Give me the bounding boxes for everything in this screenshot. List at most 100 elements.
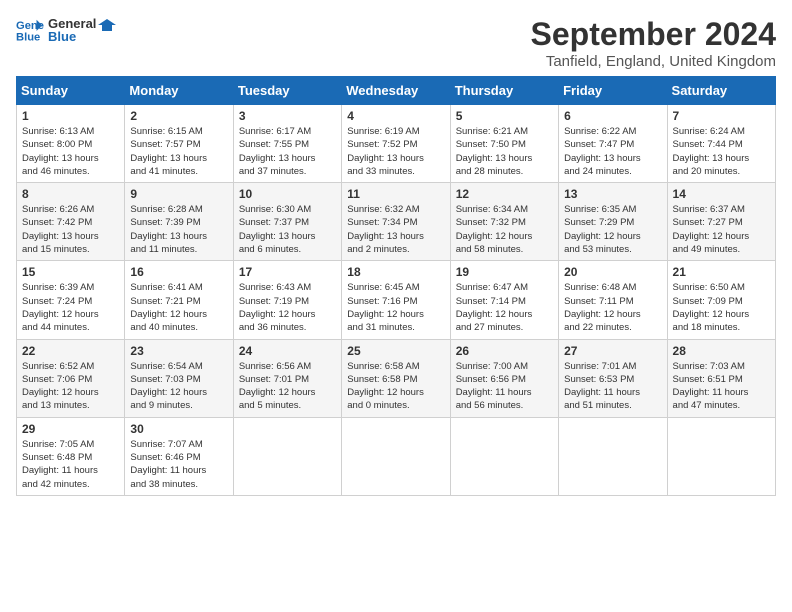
calendar-cell: 6Sunrise: 6:22 AMSunset: 7:47 PMDaylight… xyxy=(559,105,667,183)
day-number: 25 xyxy=(347,344,444,358)
day-info: Sunrise: 6:39 AMSunset: 7:24 PMDaylight:… xyxy=(22,281,119,334)
day-info: Sunrise: 6:50 AMSunset: 7:09 PMDaylight:… xyxy=(673,281,770,334)
day-number: 16 xyxy=(130,265,227,279)
day-info: Sunrise: 7:03 AMSunset: 6:51 PMDaylight:… xyxy=(673,360,770,413)
day-number: 27 xyxy=(564,344,661,358)
calendar-cell: 18Sunrise: 6:45 AMSunset: 7:16 PMDayligh… xyxy=(342,261,450,339)
calendar-header-row: SundayMondayTuesdayWednesdayThursdayFrid… xyxy=(17,77,776,105)
calendar-cell: 23 Sunrise: 6:54 AMSunset: 7:03 PMDayligh… xyxy=(125,339,233,417)
day-info: Sunrise: 6:34 AMSunset: 7:32 PMDaylight:… xyxy=(456,203,553,256)
day-info: Sunrise: 6:56 AMSunset: 7:01 PMDaylight:… xyxy=(239,360,336,413)
day-number: 5 xyxy=(456,109,553,123)
day-number: 28 xyxy=(673,344,770,358)
calendar-cell: 24 Sunrise: 6:56 AMSunset: 7:01 PMDayligh… xyxy=(233,339,341,417)
weekday-header-wednesday: Wednesday xyxy=(342,77,450,105)
logo: General Blue General Blue xyxy=(16,16,116,44)
calendar-cell: 30Sunrise: 7:07 AMSunset: 6:46 PMDayligh… xyxy=(125,417,233,495)
calendar-cell xyxy=(233,417,341,495)
calendar-cell: 1 Sunrise: 6:13 AMSunset: 8:00 PMDaylight… xyxy=(17,105,125,183)
weekday-header-sunday: Sunday xyxy=(17,77,125,105)
weekday-header-monday: Monday xyxy=(125,77,233,105)
weekday-header-thursday: Thursday xyxy=(450,77,558,105)
calendar-cell: 28 Sunrise: 7:03 AMSunset: 6:51 PMDayligh… xyxy=(667,339,775,417)
calendar-cell: 20Sunrise: 6:48 AMSunset: 7:11 PMDayligh… xyxy=(559,261,667,339)
calendar-cell: 27Sunrise: 7:01 AMSunset: 6:53 PMDayligh… xyxy=(559,339,667,417)
calendar-cell: 29Sunrise: 7:05 AMSunset: 6:48 PMDayligh… xyxy=(17,417,125,495)
day-info: Sunrise: 6:48 AMSunset: 7:11 PMDaylight:… xyxy=(564,281,661,334)
day-number: 14 xyxy=(673,187,770,201)
day-info: Sunrise: 6:15 AMSunset: 7:57 PMDaylight:… xyxy=(130,125,227,178)
day-number: 10 xyxy=(239,187,336,201)
day-number: 19 xyxy=(456,265,553,279)
day-info: Sunrise: 6:41 AMSunset: 7:21 PMDaylight:… xyxy=(130,281,227,334)
calendar-week-row: 15 Sunrise: 6:39 AMSunset: 7:24 PMDayligh… xyxy=(17,261,776,339)
weekday-header-saturday: Saturday xyxy=(667,77,775,105)
day-number: 15 xyxy=(22,265,119,279)
svg-text:Blue: Blue xyxy=(16,31,40,43)
day-number: 4 xyxy=(347,109,444,123)
day-info: Sunrise: 6:54 AMSunset: 7:03 PMDaylight:… xyxy=(130,360,227,413)
title-block: September 2024 Tanfield, England, United… xyxy=(531,16,776,70)
page-header: General Blue General Blue September 2024… xyxy=(16,16,776,70)
day-number: 24 xyxy=(239,344,336,358)
day-info: Sunrise: 6:37 AMSunset: 7:27 PMDaylight:… xyxy=(673,203,770,256)
day-number: 9 xyxy=(130,187,227,201)
calendar-week-row: 29Sunrise: 7:05 AMSunset: 6:48 PMDayligh… xyxy=(17,417,776,495)
calendar-cell: 10Sunrise: 6:30 AMSunset: 7:37 PMDayligh… xyxy=(233,183,341,261)
day-number: 1 xyxy=(22,109,119,123)
day-info: Sunrise: 7:05 AMSunset: 6:48 PMDaylight:… xyxy=(22,438,119,491)
day-info: Sunrise: 6:43 AMSunset: 7:19 PMDaylight:… xyxy=(239,281,336,334)
day-number: 7 xyxy=(673,109,770,123)
calendar-cell: 22 Sunrise: 6:52 AMSunset: 7:06 PMDayligh… xyxy=(17,339,125,417)
calendar-cell: 26 Sunrise: 7:00 AMSunset: 6:56 PMDayligh… xyxy=(450,339,558,417)
day-number: 23 xyxy=(130,344,227,358)
day-info: Sunrise: 7:00 AMSunset: 6:56 PMDaylight:… xyxy=(456,360,553,413)
calendar-cell: 7 Sunrise: 6:24 AMSunset: 7:44 PMDaylight… xyxy=(667,105,775,183)
day-info: Sunrise: 6:35 AMSunset: 7:29 PMDaylight:… xyxy=(564,203,661,256)
day-info: Sunrise: 7:07 AMSunset: 6:46 PMDaylight:… xyxy=(130,438,227,491)
calendar-cell: 9 Sunrise: 6:28 AMSunset: 7:39 PMDaylight… xyxy=(125,183,233,261)
calendar-cell: 8 Sunrise: 6:26 AMSunset: 7:42 PMDaylight… xyxy=(17,183,125,261)
day-info: Sunrise: 6:58 AMSunset: 6:58 PMDaylight:… xyxy=(347,360,444,413)
calendar-cell: 11 Sunrise: 6:32 AMSunset: 7:34 PMDayligh… xyxy=(342,183,450,261)
calendar-week-row: 8 Sunrise: 6:26 AMSunset: 7:42 PMDaylight… xyxy=(17,183,776,261)
calendar-cell: 3Sunrise: 6:17 AMSunset: 7:55 PMDaylight… xyxy=(233,105,341,183)
calendar-cell: 25 Sunrise: 6:58 AMSunset: 6:58 PMDayligh… xyxy=(342,339,450,417)
day-number: 12 xyxy=(456,187,553,201)
day-info: Sunrise: 6:32 AMSunset: 7:34 PMDaylight:… xyxy=(347,203,444,256)
calendar-cell: 5 Sunrise: 6:21 AMSunset: 7:50 PMDaylight… xyxy=(450,105,558,183)
calendar-cell: 12 Sunrise: 6:34 AMSunset: 7:32 PMDayligh… xyxy=(450,183,558,261)
day-number: 13 xyxy=(564,187,661,201)
calendar-week-row: 22 Sunrise: 6:52 AMSunset: 7:06 PMDayligh… xyxy=(17,339,776,417)
month-year-title: September 2024 xyxy=(531,16,776,53)
day-info: Sunrise: 6:21 AMSunset: 7:50 PMDaylight:… xyxy=(456,125,553,178)
day-info: Sunrise: 6:13 AMSunset: 8:00 PMDaylight:… xyxy=(22,125,119,178)
calendar-cell xyxy=(667,417,775,495)
calendar-cell: 19 Sunrise: 6:47 AMSunset: 7:14 PMDayligh… xyxy=(450,261,558,339)
day-info: Sunrise: 6:24 AMSunset: 7:44 PMDaylight:… xyxy=(673,125,770,178)
weekday-header-friday: Friday xyxy=(559,77,667,105)
calendar-cell: 14 Sunrise: 6:37 AMSunset: 7:27 PMDayligh… xyxy=(667,183,775,261)
day-number: 26 xyxy=(456,344,553,358)
day-info: Sunrise: 6:26 AMSunset: 7:42 PMDaylight:… xyxy=(22,203,119,256)
calendar-cell: 4 Sunrise: 6:19 AMSunset: 7:52 PMDaylight… xyxy=(342,105,450,183)
calendar-cell: 2 Sunrise: 6:15 AMSunset: 7:57 PMDaylight… xyxy=(125,105,233,183)
calendar-cell: 16 Sunrise: 6:41 AMSunset: 7:21 PMDayligh… xyxy=(125,261,233,339)
logo-blue: Blue xyxy=(48,29,116,44)
calendar-cell: 13 Sunrise: 6:35 AMSunset: 7:29 PMDayligh… xyxy=(559,183,667,261)
calendar-cell xyxy=(559,417,667,495)
day-number: 11 xyxy=(347,187,444,201)
day-info: Sunrise: 6:22 AMSunset: 7:47 PMDaylight:… xyxy=(564,125,661,178)
calendar-cell: 17Sunrise: 6:43 AMSunset: 7:19 PMDayligh… xyxy=(233,261,341,339)
day-number: 2 xyxy=(130,109,227,123)
calendar-cell: 21Sunrise: 6:50 AMSunset: 7:09 PMDayligh… xyxy=(667,261,775,339)
day-number: 3 xyxy=(239,109,336,123)
day-info: Sunrise: 6:47 AMSunset: 7:14 PMDaylight:… xyxy=(456,281,553,334)
location-subtitle: Tanfield, England, United Kingdom xyxy=(531,53,776,70)
day-number: 22 xyxy=(22,344,119,358)
day-number: 8 xyxy=(22,187,119,201)
day-info: Sunrise: 6:52 AMSunset: 7:06 PMDaylight:… xyxy=(22,360,119,413)
day-info: Sunrise: 6:19 AMSunset: 7:52 PMDaylight:… xyxy=(347,125,444,178)
day-info: Sunrise: 6:28 AMSunset: 7:39 PMDaylight:… xyxy=(130,203,227,256)
day-number: 18 xyxy=(347,265,444,279)
